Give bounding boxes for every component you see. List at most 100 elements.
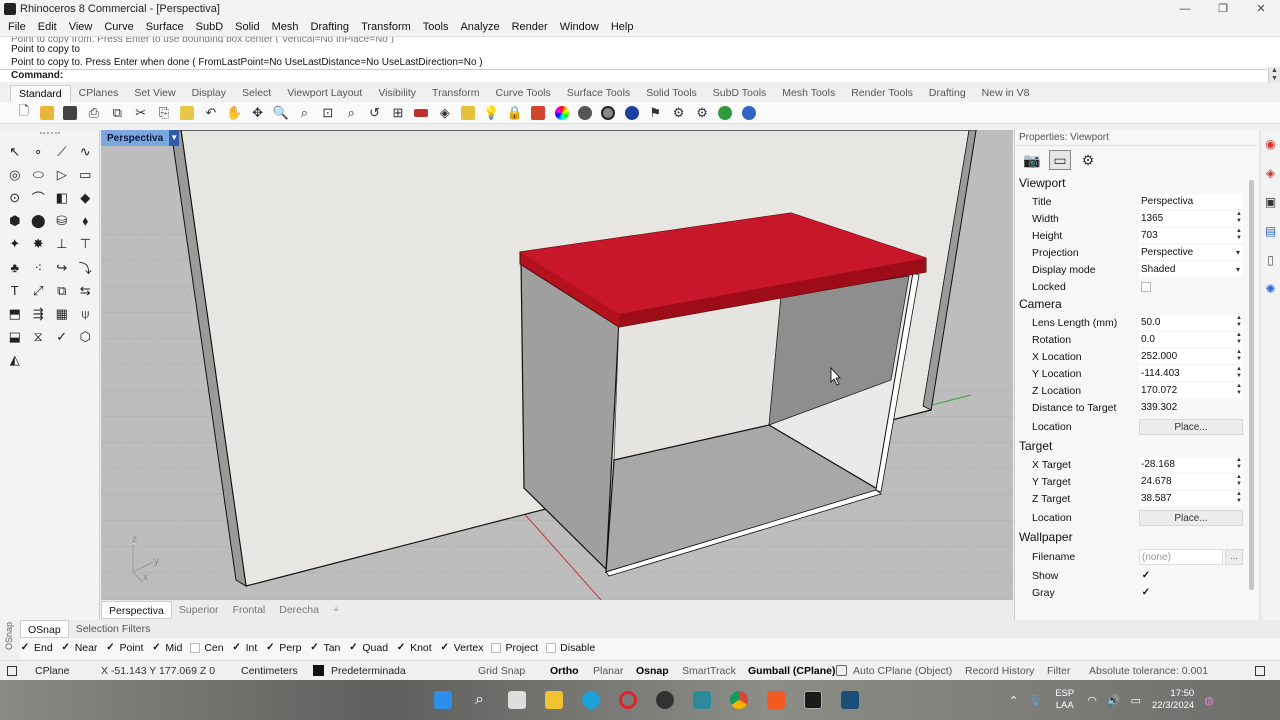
ortho-toggle[interactable]: Ortho [550, 665, 593, 677]
tab-superior[interactable]: Superior [172, 601, 226, 619]
record-history-toggle[interactable]: Record History [965, 665, 1047, 677]
menu-drafting[interactable]: Drafting [305, 21, 356, 33]
layer-swatch[interactable] [313, 665, 324, 676]
undo-icon[interactable]: ↶ [199, 104, 222, 122]
height-spinner[interactable]: ▲ ▼ [1236, 228, 1242, 242]
render-tool-icon[interactable]: ◭ [3, 349, 27, 372]
move-tool-icon[interactable]: ⇆ [74, 279, 98, 302]
osnap-toggle[interactable]: Osnap [636, 665, 682, 677]
osnap-near[interactable]: ✓ Near [61, 642, 97, 654]
block-tool-icon[interactable]: ⧉ [50, 279, 74, 302]
offset-tool-icon[interactable]: ⤵ [74, 256, 98, 279]
tab-curve-tools[interactable]: Curve Tools [488, 85, 559, 102]
split-tool-icon[interactable]: ⊤ [74, 233, 98, 256]
sphere-blue-icon[interactable] [620, 104, 643, 122]
check-tool-icon[interactable]: ✓ [50, 326, 74, 349]
clock[interactable]: 17:50 22/3/2024 [1152, 688, 1194, 712]
lock-icon[interactable] [836, 665, 847, 676]
print-icon[interactable]: ⎙ [82, 104, 105, 122]
four-viewports-icon[interactable]: ⊞ [386, 104, 409, 122]
add-viewport-tab-button[interactable]: + [326, 601, 346, 619]
copilot-icon[interactable]: ◍ [1204, 694, 1214, 707]
boolean-tool-icon[interactable]: ♣ [3, 256, 27, 279]
copy-icon[interactable]: ⎘ [152, 104, 175, 122]
trim-tool-icon[interactable]: ⊥ [50, 233, 74, 256]
new-file-icon[interactable]: 🗋 [12, 103, 35, 122]
z-location-spinner[interactable]: ▲ ▼ [1236, 383, 1242, 397]
z-target-spinner[interactable]: ▲ ▼ [1236, 491, 1242, 505]
gumball-tool-icon[interactable]: ⍦ [74, 302, 98, 325]
language-indicator[interactable]: ESP LAA [1055, 688, 1074, 712]
cylinder-tool-icon[interactable]: ⛁ [50, 210, 74, 233]
rotate-view-icon[interactable]: ✥ [246, 104, 269, 122]
display-mode-select[interactable]: Shaded ▾ [1139, 262, 1243, 277]
command-prompt[interactable]: Command: [0, 69, 1267, 82]
array-tool-icon[interactable]: ▦ [50, 302, 74, 325]
tab-set-view[interactable]: Set View [126, 85, 183, 102]
windows-start-icon[interactable] [424, 686, 461, 714]
menu-render[interactable]: Render [506, 21, 554, 33]
tab-drafting[interactable]: Drafting [921, 85, 974, 102]
tab-solid-tools[interactable]: Solid Tools [638, 85, 705, 102]
x-target-spinner[interactable]: ▲ ▼ [1236, 457, 1242, 471]
tab-new-in-v8[interactable]: New in V8 [974, 85, 1038, 102]
fillet-tool-icon[interactable]: ↪ [50, 256, 74, 279]
panel-toggle-icon[interactable] [1255, 665, 1265, 676]
tab-transform[interactable]: Transform [424, 85, 487, 102]
perspective-viewport[interactable]: z y x [101, 130, 1013, 600]
rotation-field[interactable]: 0.0 ▲ ▼ [1139, 332, 1243, 347]
export-icon[interactable]: ⧉ [106, 104, 129, 122]
app-icon[interactable] [646, 686, 683, 714]
texture-icon[interactable] [597, 104, 620, 122]
terminal-icon[interactable] [831, 686, 868, 714]
palette-grip[interactable] [40, 132, 60, 134]
osnap-vertex[interactable]: ✓ Vertex [440, 642, 483, 654]
y-location-field[interactable]: -114.403 ▲ ▼ [1139, 366, 1243, 381]
y-location-spinner[interactable]: ▲ ▼ [1236, 366, 1242, 380]
rhino-icon[interactable] [794, 686, 831, 714]
undo-view-icon[interactable]: ↺ [363, 104, 386, 122]
polyline-tool-icon[interactable]: ⟋ [50, 140, 74, 163]
menu-transform[interactable]: Transform [355, 21, 417, 33]
hide-icon[interactable]: ◈ [433, 104, 456, 122]
edge-icon[interactable] [572, 686, 609, 714]
color-wheel-icon[interactable] [550, 104, 573, 122]
extrude-tool-icon[interactable]: ⬧ [74, 210, 98, 233]
maximize-button[interactable]: ❐ [1204, 0, 1242, 18]
planar-toggle[interactable]: Planar [593, 665, 636, 677]
tab-derecha[interactable]: Derecha [272, 601, 326, 619]
gray-checkbox[interactable]: ✓ [1141, 587, 1151, 598]
tab-cplanes[interactable]: CPlanes [71, 85, 127, 102]
open-icon[interactable] [35, 104, 58, 122]
show-checkbox[interactable]: ✓ [1141, 570, 1151, 581]
x-target-field[interactable]: -28.168 ▲ ▼ [1139, 457, 1243, 472]
osnap-mid[interactable]: ✓ Mid [151, 642, 182, 654]
show-hidden-icons-icon[interactable]: ⌃ [1009, 694, 1018, 707]
save-icon[interactable] [59, 104, 82, 122]
cut-icon[interactable]: ✂ [129, 104, 152, 122]
y-target-field[interactable]: 24.678 ▲ ▼ [1139, 474, 1243, 489]
transform-tool-icon[interactable]: ⬒ [3, 302, 27, 325]
osnap-knot[interactable]: ✓ Knot [396, 642, 432, 654]
viewport-menu-icon[interactable]: ▼ [169, 130, 180, 146]
width-field[interactable]: 1365 ▲ ▼ [1139, 211, 1243, 226]
camera-icon[interactable]: 📷 [1021, 150, 1043, 170]
opera-icon[interactable] [609, 686, 646, 714]
tab-select[interactable]: Select [234, 85, 279, 102]
menu-tools[interactable]: Tools [417, 21, 455, 33]
point-tool-icon[interactable]: ∘ [27, 140, 51, 163]
menu-mesh[interactable]: Mesh [266, 21, 305, 33]
wifi-icon[interactable]: ◠ [1087, 694, 1097, 707]
circle-tool-icon[interactable]: ◎ [3, 163, 27, 186]
explode-tool-icon[interactable]: ✸ [27, 233, 51, 256]
transform-icon[interactable] [456, 104, 479, 122]
tab-subd-tools[interactable]: SubD Tools [705, 85, 775, 102]
patch-tool-icon[interactable]: ◆ [74, 186, 98, 209]
cplane-label[interactable]: CPlane [35, 665, 101, 677]
target-place-button[interactable]: Place... [1139, 509, 1243, 526]
lock-icon[interactable]: 🔒 [503, 104, 526, 122]
menu-help[interactable]: Help [605, 21, 640, 33]
x-location-field[interactable]: 252.000 ▲ ▼ [1139, 349, 1243, 364]
menu-file[interactable]: File [2, 21, 32, 33]
flag-icon[interactable]: ⚑ [644, 104, 667, 122]
